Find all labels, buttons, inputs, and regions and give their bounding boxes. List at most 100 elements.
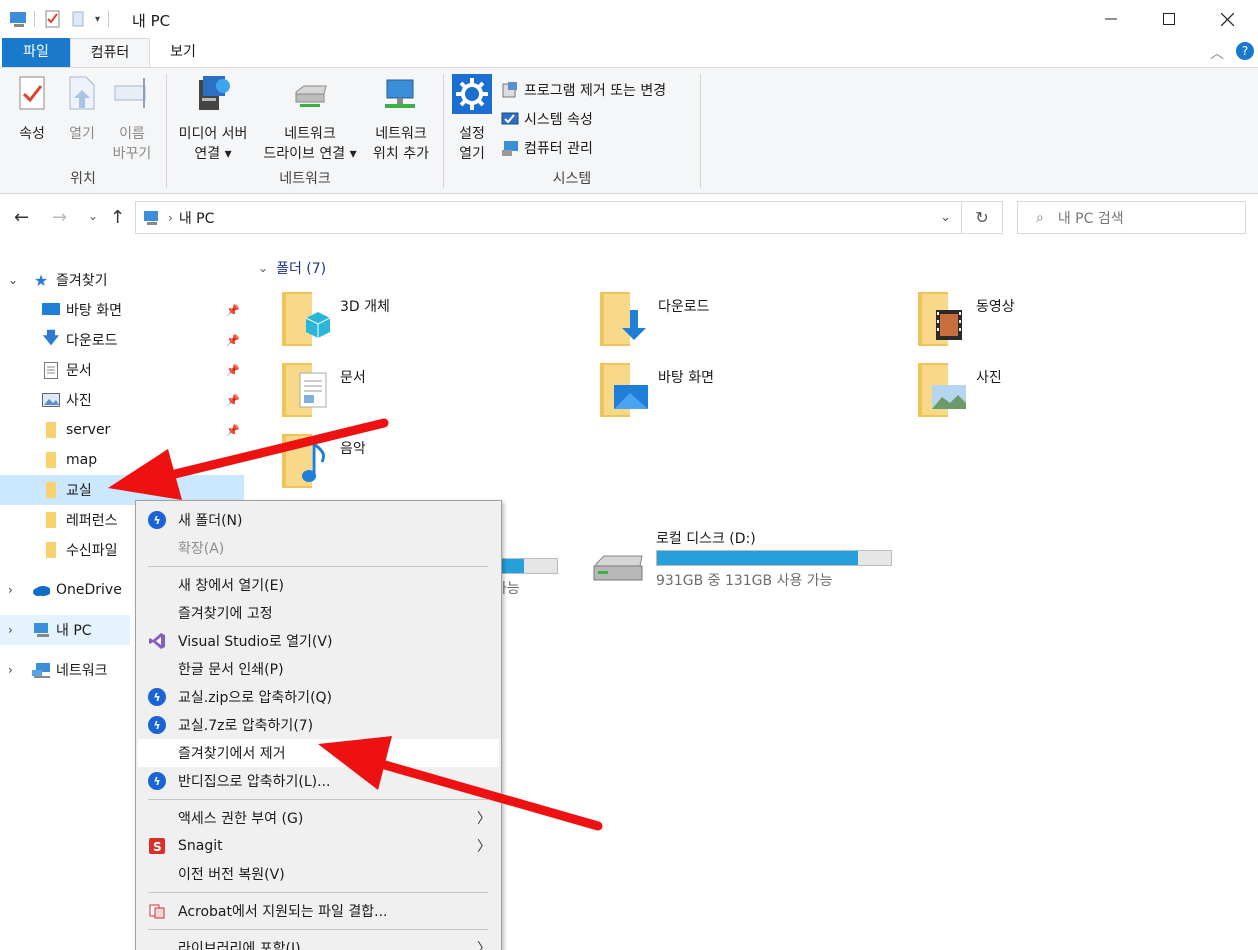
refresh-icon[interactable]: ↻ xyxy=(962,201,1003,234)
search-input[interactable]: ⌕ 내 PC 검색 xyxy=(1017,201,1246,234)
tab-view[interactable]: 보기 xyxy=(150,38,216,67)
menu-item-remove-from-quick-access[interactable]: 즐겨찾기에서 제거 xyxy=(138,739,499,767)
back-arrow-icon[interactable]: ← xyxy=(14,207,29,228)
sidebar-item-documents[interactable]: 문서 📌 xyxy=(0,355,244,385)
rename-icon xyxy=(114,78,146,108)
menu-item-label: 즐겨찾기에 고정 xyxy=(178,606,273,622)
menu-item-acrobat-combine[interactable]: Acrobat에서 지원되는 파일 결합... xyxy=(138,897,499,925)
menu-item-give-access[interactable]: 액세스 권한 부여 (G) 〉 xyxy=(138,804,499,832)
pin-icon[interactable]: 📌 xyxy=(226,304,240,317)
sidebar-item-map[interactable]: map xyxy=(0,445,244,475)
computer-management-button[interactable]: 컴퓨터 관리 xyxy=(500,138,593,158)
chevron-down-icon[interactable]: ⌄ xyxy=(258,261,268,275)
menu-item-snagit[interactable]: S Snagit 〉 xyxy=(138,832,499,860)
menu-item-compress-7z[interactable]: ϟ 교실.7z로 압축하기(7) xyxy=(138,711,499,739)
customize-toolbar-icon[interactable]: ▾ xyxy=(95,14,100,25)
forward-arrow-icon[interactable]: → xyxy=(52,207,67,228)
uninstall-program-button[interactable]: 프로그램 제거 또는 변경 xyxy=(500,80,666,100)
chevron-right-icon[interactable]: › xyxy=(8,623,13,637)
folder-3d-objects[interactable]: 3D 개체 xyxy=(282,292,582,354)
settings-label-1: 설정 xyxy=(459,126,485,142)
sidebar-item-this-pc[interactable]: › 내 PC xyxy=(0,615,130,645)
media-server-label-1: 미디어 서버 xyxy=(178,126,248,142)
sidebar-item-pictures[interactable]: 사진 📌 xyxy=(0,385,244,415)
recent-locations-icon[interactable]: ⌄ xyxy=(88,209,98,223)
menu-item-open-visual-studio[interactable]: Visual Studio로 열기(V) xyxy=(138,627,499,655)
media-server-label-2: 연결 ▾ xyxy=(194,146,232,162)
new-folder-icon[interactable] xyxy=(69,9,89,29)
close-icon[interactable] xyxy=(1198,0,1256,38)
video-icon xyxy=(918,292,962,346)
address-bar[interactable]: › 내 PC ⌄ xyxy=(135,201,962,234)
system-properties-label: 시스템 속성 xyxy=(524,112,593,128)
folder-desktop[interactable]: 바탕 화면 xyxy=(600,363,900,425)
rename-label-2: 바꾸기 xyxy=(112,146,152,162)
menu-item-include-in-library[interactable]: 라이브러리에 포함(I) 〉 xyxy=(138,934,499,950)
minimize-icon[interactable] xyxy=(1082,0,1140,38)
menu-separator xyxy=(148,566,488,567)
open-settings-button[interactable]: 설정 열기 xyxy=(450,74,494,164)
breadcrumb[interactable]: 내 PC xyxy=(179,208,215,228)
menu-item-label: 액세스 권한 부여 (G) xyxy=(178,811,304,827)
group-divider xyxy=(700,74,701,188)
tab-file[interactable]: 파일 xyxy=(2,38,70,67)
sidebar-item-label: 내 PC xyxy=(56,623,92,639)
menu-separator xyxy=(148,892,488,893)
up-arrow-icon[interactable]: ↑ xyxy=(110,207,125,228)
folder-pictures[interactable]: 사진 xyxy=(918,363,1218,425)
sidebar-item-quick-access[interactable]: ⌄ ★ 즐겨찾기 xyxy=(0,265,244,295)
folder-videos[interactable]: 동영상 xyxy=(918,292,1218,354)
open-button[interactable]: 열기 xyxy=(60,74,104,144)
menu-item-bandizip-compress[interactable]: ϟ 반디집으로 압축하기(L)... xyxy=(138,767,499,795)
properties-button[interactable]: 속성 xyxy=(10,74,54,144)
media-server-button[interactable]: 미디어 서버 연결 ▾ xyxy=(171,74,255,164)
menu-item-compress-zip[interactable]: ϟ 교실.zip으로 압축하기(Q) xyxy=(138,683,499,711)
chevron-right-icon[interactable]: › xyxy=(8,583,13,597)
bandizip-icon: ϟ xyxy=(148,688,166,706)
sidebar-item-server[interactable]: server 📌 xyxy=(0,415,244,445)
navigation-bar: ← → ⌄ ↑ › 내 PC ⌄ ↻ ⌕ 내 PC 검색 xyxy=(0,195,1258,245)
computer-management-label: 컴퓨터 관리 xyxy=(524,141,593,157)
menu-item-open-new-window[interactable]: 새 창에서 열기(E) xyxy=(138,571,499,599)
folder-downloads[interactable]: 다운로드 xyxy=(600,292,900,354)
chevron-down-icon[interactable]: ⌄ xyxy=(8,273,18,287)
sidebar-item-desktop[interactable]: 바탕 화면 📌 xyxy=(0,295,244,325)
chevron-right-icon[interactable]: › xyxy=(8,663,13,677)
menu-item-restore-previous[interactable]: 이전 버전 복원(V) xyxy=(138,860,499,888)
add-network-location-button[interactable]: 네트워크 위치 추가 xyxy=(365,74,437,164)
folder-documents[interactable]: 문서 xyxy=(282,363,582,425)
maximize-icon[interactable] xyxy=(1140,0,1198,38)
system-properties-button[interactable]: 시스템 속성 xyxy=(500,109,593,129)
pin-icon[interactable]: 📌 xyxy=(226,334,240,347)
menu-item-expand[interactable]: 확장(A) xyxy=(138,534,499,562)
bandizip-icon: ϟ xyxy=(148,772,166,790)
properties-icon[interactable] xyxy=(43,9,63,29)
map-network-drive-button[interactable]: 네트워크 드라이브 연결 ▾ xyxy=(255,74,365,164)
menu-item-pin-to-quick-access[interactable]: 즐겨찾기에 고정 xyxy=(138,599,499,627)
pin-icon[interactable]: 📌 xyxy=(226,424,240,437)
window-title: 내 PC xyxy=(132,12,171,30)
snagit-icon: S xyxy=(148,837,166,855)
folder-music[interactable]: 음악 xyxy=(282,434,582,496)
pin-icon[interactable]: 📌 xyxy=(226,364,240,377)
drive-d[interactable]: 로컬 디스크 (D:) 931GB 중 131GB 사용 가능 xyxy=(592,528,912,589)
address-dropdown-icon[interactable]: ⌄ xyxy=(940,210,951,225)
folders-section-header[interactable]: ⌄ 폴더 (7) xyxy=(258,258,326,278)
sidebar-item-label: 레퍼런스 xyxy=(66,513,118,529)
tab-computer[interactable]: 컴퓨터 xyxy=(70,38,150,68)
menu-item-new-folder[interactable]: ϟ 새 폴더(N) xyxy=(138,506,499,534)
rename-button[interactable]: 이름 바꾸기 xyxy=(108,74,156,164)
sidebar-item-label: map xyxy=(66,452,98,468)
collapse-ribbon-icon[interactable]: ︿ xyxy=(1210,43,1224,63)
uninstall-icon xyxy=(502,82,517,98)
help-icon[interactable]: ? xyxy=(1236,42,1254,60)
computer-icon xyxy=(10,12,26,27)
computer-icon xyxy=(32,621,50,639)
pin-icon[interactable]: 📌 xyxy=(226,394,240,407)
folder-name: 동영상 xyxy=(976,299,1015,315)
sidebar-item-downloads[interactable]: 🡇 다운로드 📌 xyxy=(0,325,244,355)
menu-item-label: Visual Studio로 열기(V) xyxy=(178,634,333,650)
picture-icon xyxy=(42,391,60,409)
menu-item-hwp-print[interactable]: 한글 문서 인쇄(P) xyxy=(138,655,499,683)
computer-icon xyxy=(144,210,158,225)
